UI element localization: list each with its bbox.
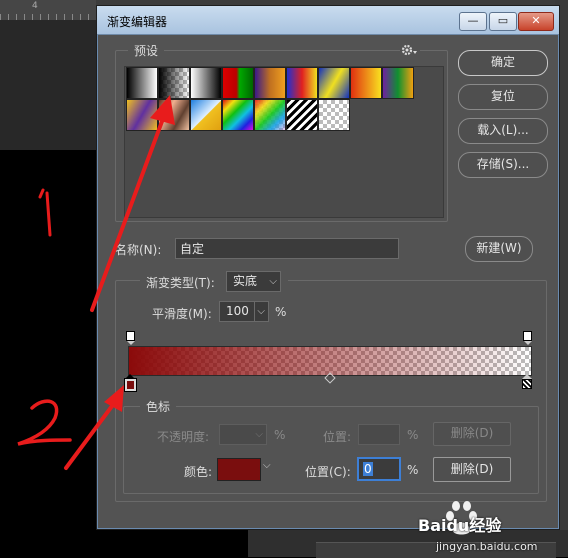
- watermark-url: jingyan.baidu.com: [436, 540, 538, 553]
- watermark-brand: Baidu经验: [418, 516, 502, 535]
- handwritten-mark-1: [38, 188, 52, 237]
- handwritten-mark-2: [17, 399, 72, 446]
- handwritten-marks: [17, 188, 72, 446]
